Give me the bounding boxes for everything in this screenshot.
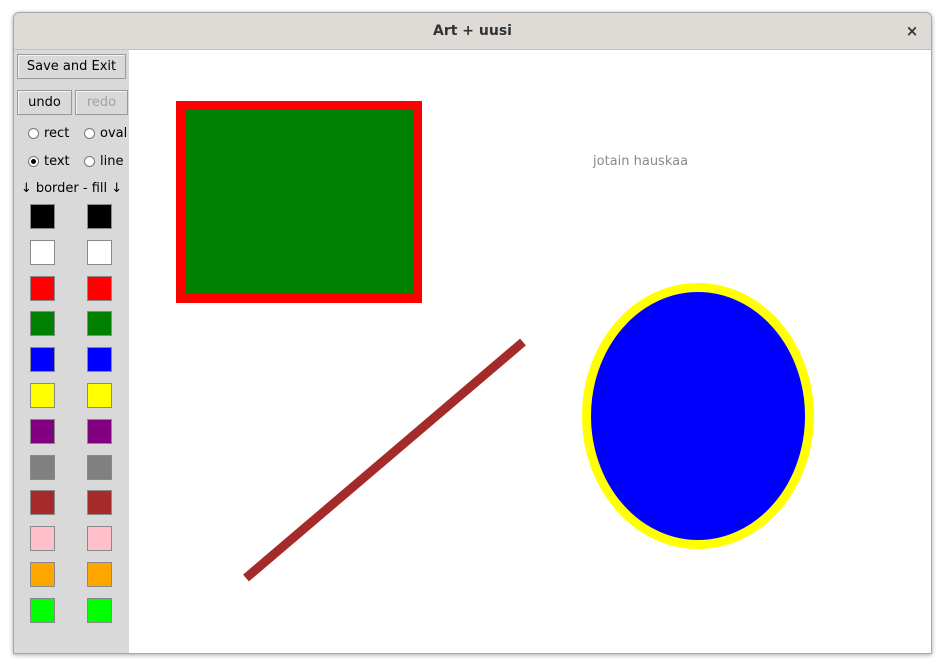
fill-swatch-green[interactable] xyxy=(87,311,112,336)
undo-button[interactable]: undo xyxy=(17,90,72,115)
fill-swatch-blue[interactable] xyxy=(87,347,112,372)
radio-text-indicator xyxy=(28,156,39,167)
title-bar[interactable]: Art + uusi × xyxy=(14,13,931,50)
border-swatch-gray[interactable] xyxy=(30,455,55,480)
border-swatch-green[interactable] xyxy=(30,311,55,336)
radio-line-label: line xyxy=(100,154,124,169)
radio-oval-label: oval xyxy=(100,126,128,141)
fill-swatch-yellow[interactable] xyxy=(87,383,112,408)
drawing-canvas[interactable]: jotain hauskaa xyxy=(129,50,931,653)
border-swatch-purple[interactable] xyxy=(30,419,55,444)
fill-swatch-red[interactable] xyxy=(87,276,112,301)
fill-swatch-white[interactable] xyxy=(87,240,112,265)
border-swatch-white[interactable] xyxy=(30,240,55,265)
border-swatch-red[interactable] xyxy=(30,276,55,301)
fill-swatch-gray[interactable] xyxy=(87,455,112,480)
border-swatch-brown[interactable] xyxy=(30,490,55,515)
window-title: Art + uusi xyxy=(433,23,512,39)
radio-line-indicator xyxy=(84,156,95,167)
close-icon[interactable]: × xyxy=(901,20,923,42)
canvas-oval[interactable] xyxy=(582,283,814,549)
radio-text-label: text xyxy=(44,154,70,169)
border-swatch-lime[interactable] xyxy=(30,598,55,623)
radio-rect-indicator xyxy=(28,128,39,139)
redo-button[interactable]: redo xyxy=(75,90,128,115)
border-swatch-black[interactable] xyxy=(30,204,55,229)
border-swatch-blue[interactable] xyxy=(30,347,55,372)
fill-swatch-brown[interactable] xyxy=(87,490,112,515)
fill-swatch-black[interactable] xyxy=(87,204,112,229)
canvas-line[interactable] xyxy=(243,338,526,582)
save-and-exit-button[interactable]: Save and Exit xyxy=(17,54,126,79)
fill-swatch-orange[interactable] xyxy=(87,562,112,587)
fill-swatch-purple[interactable] xyxy=(87,419,112,444)
palette-header: ↓ border - fill ↓ xyxy=(20,181,123,196)
fill-swatch-lime[interactable] xyxy=(87,598,112,623)
border-swatch-orange[interactable] xyxy=(30,562,55,587)
tool-sidebar: Save and Exit undo redo rect oval text l… xyxy=(14,50,129,653)
canvas-text-item[interactable]: jotain hauskaa xyxy=(593,154,688,169)
canvas-drawing xyxy=(176,101,814,582)
radio-rect-label: rect xyxy=(44,126,70,141)
canvas-rectangle[interactable] xyxy=(176,101,422,303)
border-swatch-yellow[interactable] xyxy=(30,383,55,408)
fill-swatch-pink[interactable] xyxy=(87,526,112,551)
app-window: Art + uusi × Save and Exit undo redo rec… xyxy=(13,12,932,654)
radio-oval-indicator xyxy=(84,128,95,139)
border-swatch-pink[interactable] xyxy=(30,526,55,551)
